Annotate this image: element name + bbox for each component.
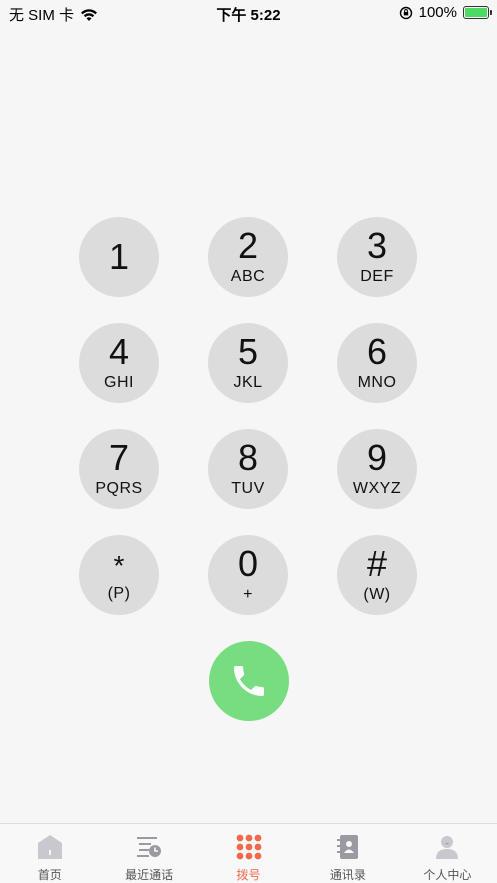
key-4[interactable]: 4 GHI: [79, 323, 159, 403]
key-star[interactable]: * (P): [79, 535, 159, 615]
tab-dialpad[interactable]: 拨号: [199, 824, 298, 883]
phone-icon: [234, 666, 264, 696]
key-3[interactable]: 3 DEF: [337, 217, 417, 297]
key-hash[interactable]: # (W): [337, 535, 417, 615]
key-2[interactable]: 2 ABC: [208, 217, 288, 297]
tab-recent-calls[interactable]: 最近通话: [99, 824, 198, 883]
tab-bar: 首页 最近通话 拨号 通讯录 个人中心: [0, 823, 497, 883]
profile-icon: [436, 836, 459, 859]
key-8[interactable]: 8 TUV: [208, 429, 288, 509]
recent-calls-icon: [137, 837, 162, 857]
battery-percent: 100%: [418, 4, 457, 21]
home-icon: [37, 835, 62, 859]
call-button[interactable]: [209, 641, 289, 721]
battery-icon: [463, 6, 492, 19]
key-9[interactable]: 9 WXYZ: [337, 429, 417, 509]
status-bar: 无 SIM 卡 下午 5:22 100%: [0, 0, 497, 28]
orientation-lock-icon: [399, 6, 412, 19]
key-6[interactable]: 6 MNO: [337, 323, 417, 403]
key-5[interactable]: 5 JKL: [208, 323, 288, 403]
tab-contacts[interactable]: 通讯录: [298, 824, 397, 883]
tab-home[interactable]: 首页: [0, 824, 99, 883]
contacts-icon: [336, 835, 358, 859]
key-1[interactable]: 1: [79, 217, 159, 297]
key-7[interactable]: 7 PQRS: [79, 429, 159, 509]
key-0[interactable]: 0 +: [208, 535, 288, 615]
dialpad-icon: [236, 834, 261, 860]
tab-profile[interactable]: 个人中心: [398, 824, 497, 883]
